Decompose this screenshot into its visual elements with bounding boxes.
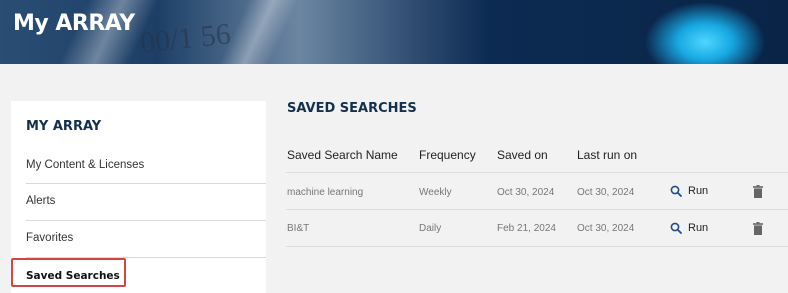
page-banner: 00/1 56 My ARRAY xyxy=(0,0,788,64)
table-divider xyxy=(286,172,788,173)
table-divider xyxy=(286,209,788,210)
section-title: SAVED SEARCHES xyxy=(287,101,417,116)
active-item-highlight xyxy=(11,258,126,287)
cell-saved-on: Oct 30, 2024 xyxy=(497,187,555,198)
banner-decor-text: 00/1 56 xyxy=(138,17,233,60)
run-button[interactable]: Run xyxy=(670,222,708,234)
trash-icon[interactable] xyxy=(753,222,763,235)
cell-name: BI&T xyxy=(287,223,310,234)
search-icon xyxy=(670,185,682,197)
sidebar-divider xyxy=(26,220,266,221)
run-label: Run xyxy=(688,185,709,197)
sidebar-divider xyxy=(26,183,266,184)
search-icon xyxy=(670,222,682,234)
table-divider xyxy=(286,246,788,247)
page-title: My ARRAY xyxy=(13,11,135,36)
cell-frequency: Weekly xyxy=(419,187,452,198)
sidebar-item-alerts[interactable]: Alerts xyxy=(26,195,266,207)
sidebar-item-my-content-licenses[interactable]: My Content & Licenses xyxy=(26,159,266,171)
column-header-saved-on: Saved on xyxy=(497,148,548,162)
cell-frequency: Daily xyxy=(419,223,442,234)
cell-last-run-on: Oct 30, 2024 xyxy=(577,187,635,198)
column-header-frequency: Frequency xyxy=(419,148,476,162)
cell-saved-on: Feb 21, 2024 xyxy=(497,223,556,234)
cell-last-run-on: Oct 30, 2024 xyxy=(577,223,635,234)
run-button[interactable]: Run xyxy=(670,185,708,197)
trash-icon[interactable] xyxy=(753,185,763,198)
run-label: Run xyxy=(688,222,709,234)
column-header-last-run-on: Last run on xyxy=(577,148,638,162)
column-header-name: Saved Search Name xyxy=(287,148,398,162)
sidebar-heading: MY ARRAY xyxy=(26,119,102,134)
cell-name: machine learning xyxy=(287,187,364,198)
sidebar-item-favorites[interactable]: Favorites xyxy=(26,232,266,244)
